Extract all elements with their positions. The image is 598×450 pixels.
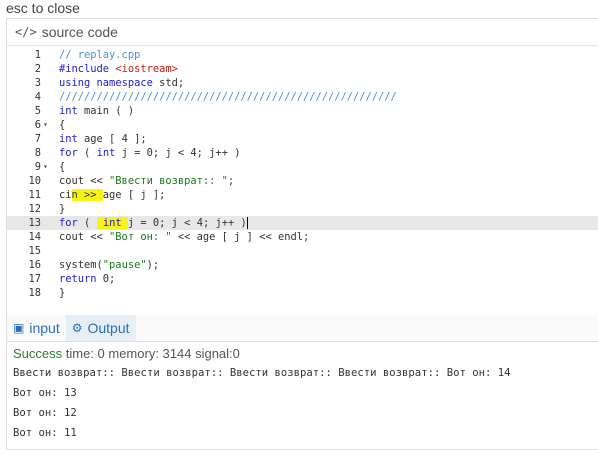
code-text: system("pause"); xyxy=(59,259,160,271)
code-text: } xyxy=(59,287,66,299)
code-line[interactable]: 7 int age [ 4 ]; xyxy=(7,132,598,146)
code-line[interactable]: 4 ///////////////////////////////////////… xyxy=(7,90,598,104)
line-number: 10 xyxy=(28,175,41,187)
code-line[interactable]: 1 // replay.cpp xyxy=(7,48,598,62)
code-line[interactable]: 6 ▾ { xyxy=(7,118,598,132)
code-editor[interactable]: 1 // replay.cpp 2 #include <iostream> 3 using… xyxy=(7,46,598,324)
line-number: 2 xyxy=(34,63,41,75)
code-text: return 0; xyxy=(59,273,116,285)
output-line: Ввести возврат:: Ввести возврат:: Ввести… xyxy=(13,367,511,379)
line-number: 15 xyxy=(28,245,41,257)
code-text: ////////////////////////////////////////… xyxy=(59,91,397,103)
code-text: using namespace std; xyxy=(59,77,185,89)
code-text: cout << "Вот он: " << age [ j ] << endl; xyxy=(59,231,310,243)
line-number: 1 xyxy=(34,49,41,61)
tab-input[interactable]: ▣ input xyxy=(7,315,66,341)
fold-toggle-icon[interactable]: ▾ xyxy=(43,118,51,132)
code-line[interactable]: 13 for ( int j = 0; j < 4; j++ ) xyxy=(7,216,598,230)
tab-input-label: input xyxy=(29,320,60,336)
line-number: 18 xyxy=(28,287,41,299)
code-icon: </> xyxy=(15,25,37,39)
line-number: 12 xyxy=(28,203,41,215)
code-line[interactable]: 5 int main ( ) xyxy=(7,104,598,118)
line-number: 16 xyxy=(28,259,41,271)
line-number: 8 xyxy=(34,147,41,159)
code-text: int age [ 4 ]; xyxy=(59,133,147,145)
run-details: time: 0 memory: 3144 signal:0 xyxy=(62,346,240,361)
esc-to-close-hint[interactable]: esc to close xyxy=(6,0,80,16)
line-number: 7 xyxy=(34,133,41,145)
panel-header: </> source code xyxy=(7,19,598,46)
code-line[interactable]: 14 cout << "Вот он: " << age [ j ] << end… xyxy=(7,230,598,244)
code-line[interactable]: 11 cin >> age [ j ]; xyxy=(7,188,598,202)
gears-icon: ⚙ xyxy=(71,321,83,335)
line-number: 4 xyxy=(34,91,41,103)
code-line[interactable]: 9 ▾ { xyxy=(7,160,598,174)
output-line: Вот он: 12 xyxy=(13,407,77,419)
line-number: 13 xyxy=(28,217,41,229)
code-text: for ( int j = 0; j < 4; j++ ) xyxy=(59,217,248,229)
line-number: 3 xyxy=(34,77,41,89)
io-tabs: ▣ input ⚙ Output xyxy=(7,315,598,342)
fold-toggle-icon[interactable]: ▾ xyxy=(43,160,51,174)
status-success: Success xyxy=(13,346,63,361)
code-line[interactable]: 12} xyxy=(7,202,598,216)
code-line[interactable]: 16 system("pause"); xyxy=(7,258,598,272)
code-text: } xyxy=(59,203,66,215)
code-text: { xyxy=(59,161,66,173)
code-text: // replay.cpp xyxy=(59,49,141,61)
output-line: Вот он: 11 xyxy=(13,427,77,439)
tab-output-label: Output xyxy=(87,320,130,336)
code-line[interactable]: 15 xyxy=(7,244,598,258)
run-result: Success time: 0 memory: 3144 signal:0 xyxy=(13,346,240,361)
code-line[interactable]: 3 using namespace std; xyxy=(7,76,598,90)
code-text: cin >> age [ j ]; xyxy=(59,189,166,201)
inbox-icon: ▣ xyxy=(13,321,25,335)
code-text: #include <iostream> xyxy=(59,63,178,75)
output-line: Вот он: 13 xyxy=(13,387,77,399)
code-line[interactable]: 18} xyxy=(7,286,598,300)
line-number: 14 xyxy=(28,231,41,243)
line-number: 5 xyxy=(34,105,41,117)
line-number: 9 xyxy=(34,161,41,173)
code-line[interactable]: 17 return 0; xyxy=(7,272,598,286)
code-line[interactable]: 10 cout << "Ввести возврат:: "; xyxy=(7,174,598,188)
source-code-panel: </> source code 1 // replay.cpp 2 #include … xyxy=(6,18,598,450)
line-number: 6 xyxy=(34,119,41,131)
code-line[interactable]: 2 #include <iostream> xyxy=(7,62,598,76)
tab-output[interactable]: ⚙ Output xyxy=(65,315,136,341)
code-line[interactable]: 8 for ( int j = 0; j < 4; j++ ) xyxy=(7,146,598,160)
code-text: cout << "Ввести возврат:: "; xyxy=(59,175,235,187)
line-number: 11 xyxy=(28,189,41,201)
line-number: 17 xyxy=(28,273,41,285)
panel-title: source code xyxy=(41,24,118,40)
code-text: { xyxy=(59,119,66,131)
code-text: for ( int j = 0; j < 4; j++ ) xyxy=(59,147,241,159)
code-text: int main ( ) xyxy=(59,105,135,117)
